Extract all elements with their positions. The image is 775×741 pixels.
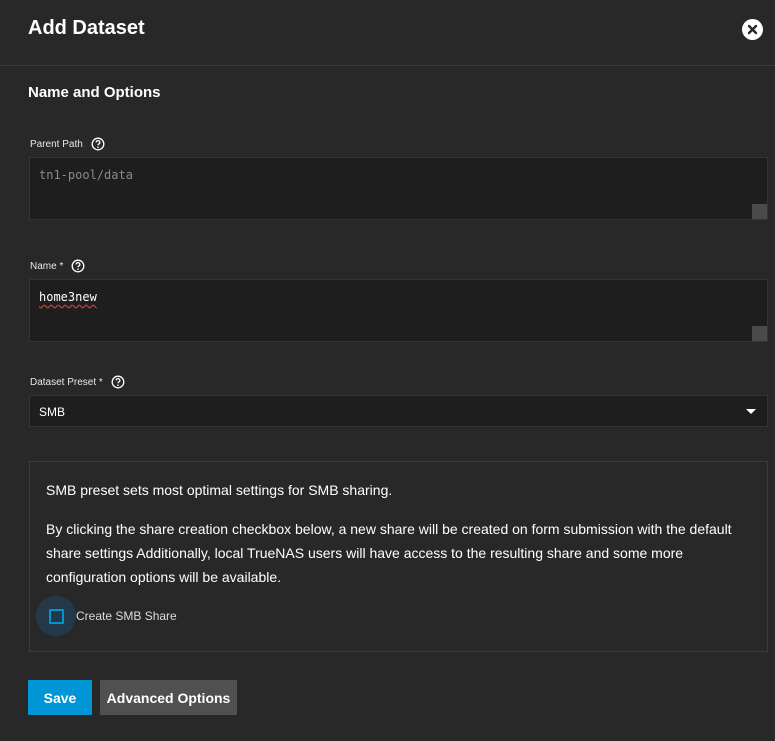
help-circle-icon[interactable] xyxy=(71,259,85,273)
help-circle-icon[interactable] xyxy=(91,137,105,151)
close-icon[interactable] xyxy=(742,19,763,40)
preset-label: Dataset Preset * xyxy=(30,375,125,389)
name-input[interactable]: home3new xyxy=(29,279,768,342)
save-button[interactable]: Save xyxy=(28,680,92,715)
parent-path-input[interactable]: tn1-pool/data xyxy=(29,157,768,220)
help-circle-icon[interactable] xyxy=(111,375,125,389)
checkbox-icon[interactable] xyxy=(48,608,64,624)
name-value: home3new xyxy=(39,290,97,304)
parent-path-placeholder: tn1-pool/data xyxy=(39,168,133,182)
section-title: Name and Options xyxy=(28,84,161,101)
create-smb-share-label[interactable]: Create SMB Share xyxy=(76,609,177,623)
create-smb-share-checkbox[interactable] xyxy=(36,596,76,636)
parent-path-label-text: Parent Path xyxy=(30,138,83,150)
preset-value: SMB xyxy=(39,405,66,419)
smb-info-box: SMB preset sets most optimal settings fo… xyxy=(29,461,768,652)
info-text-2: By clicking the share creation checkbox … xyxy=(46,521,732,585)
dataset-preset-select[interactable]: SMB xyxy=(29,395,768,427)
dialog-title: Add Dataset xyxy=(28,17,145,39)
dialog-header: Add Dataset xyxy=(0,0,775,66)
name-label: Name * xyxy=(30,259,85,273)
name-label-text: Name * xyxy=(30,260,64,272)
resize-handle[interactable] xyxy=(752,326,767,341)
chevron-down-icon[interactable] xyxy=(746,409,756,414)
preset-label-text: Dataset Preset * xyxy=(30,376,103,388)
info-text-1: SMB preset sets most optimal settings fo… xyxy=(46,482,393,498)
advanced-options-button[interactable]: Advanced Options xyxy=(100,680,237,715)
resize-handle[interactable] xyxy=(752,204,767,219)
parent-path-label: Parent Path xyxy=(30,137,105,151)
